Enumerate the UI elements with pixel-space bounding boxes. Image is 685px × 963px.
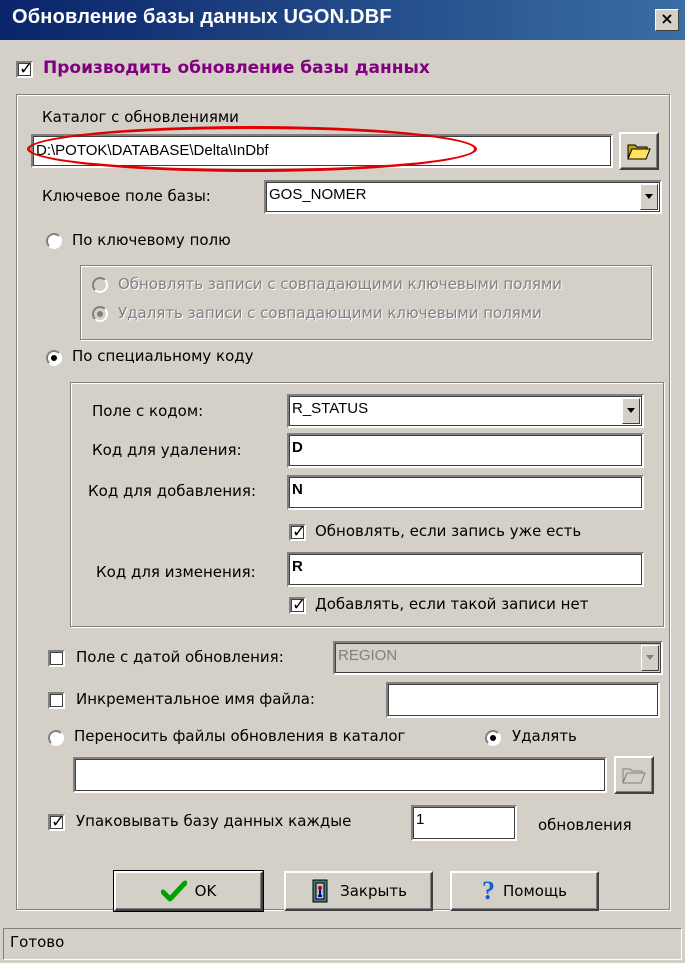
update-matching-label: Обновлять записи с совпадающими ключевым… bbox=[118, 275, 563, 293]
delete-code-input[interactable]: D bbox=[287, 433, 644, 468]
delete-matching-radio[interactable] bbox=[92, 306, 108, 322]
update-if-exists-checkbox[interactable]: ✓ bbox=[289, 522, 307, 542]
date-field-select[interactable]: REGION bbox=[333, 641, 663, 675]
date-field-value: REGION bbox=[338, 647, 398, 664]
title-bar[interactable]: Обновление базы данных UGON.DBF × bbox=[0, 0, 685, 40]
pack-interval-input[interactable]: 1 bbox=[411, 805, 517, 841]
catalog-label: Каталог с обновлениями bbox=[42, 108, 239, 126]
code-field-label: Поле с кодом: bbox=[92, 402, 204, 420]
window-title: Обновление базы данных UGON.DBF bbox=[12, 6, 392, 28]
by-code-radio[interactable] bbox=[46, 350, 62, 366]
check-mark-icon: ✓ bbox=[292, 522, 307, 542]
status-bar: Готово bbox=[3, 928, 682, 960]
pack-database-checkbox[interactable]: ✓ bbox=[48, 812, 66, 832]
key-field-value: GOS_NOMER bbox=[269, 186, 367, 203]
code-field-select[interactable]: R_STATUS bbox=[287, 394, 644, 428]
add-if-missing-checkbox[interactable]: ✓ bbox=[289, 595, 307, 615]
move-files-label: Переносить файлы обновления в каталог bbox=[74, 727, 406, 745]
question-mark-icon: ? bbox=[482, 876, 496, 905]
help-button[interactable]: ? Помощь bbox=[450, 871, 599, 911]
browse-catalog-button[interactable] bbox=[619, 132, 659, 170]
add-if-missing-label: Добавлять, если такой записи нет bbox=[315, 595, 589, 613]
delete-files-label: Удалять bbox=[512, 727, 577, 745]
move-files-radio[interactable] bbox=[48, 730, 64, 746]
close-button[interactable]: Закрыть bbox=[284, 871, 433, 911]
pack-database-label: Упаковывать базу данных каждые bbox=[76, 812, 352, 830]
by-key-label: По ключевому полю bbox=[72, 231, 231, 249]
chevron-down-icon[interactable] bbox=[622, 398, 640, 424]
close-button-label: Закрыть bbox=[340, 882, 407, 900]
delete-code-label: Код для удаления: bbox=[92, 441, 242, 459]
ok-button[interactable]: OK bbox=[113, 870, 264, 912]
change-code-input[interactable]: R bbox=[287, 552, 644, 587]
incremental-name-input[interactable] bbox=[386, 682, 660, 718]
by-key-radio[interactable] bbox=[46, 233, 62, 249]
date-field-checkbox[interactable] bbox=[48, 650, 65, 667]
delete-files-radio[interactable] bbox=[485, 730, 501, 746]
check-icon bbox=[160, 880, 187, 902]
help-button-label: Помощь bbox=[503, 882, 567, 900]
check-mark-icon: ✓ bbox=[292, 595, 307, 615]
add-code-label: Код для добавления: bbox=[88, 482, 256, 500]
change-code-label: Код для изменения: bbox=[96, 563, 256, 581]
browse-move-target-button[interactable] bbox=[614, 756, 654, 794]
key-field-select[interactable]: GOS_NOMER bbox=[264, 180, 662, 214]
update-enabled-label: Производить обновление базы данных bbox=[43, 58, 430, 78]
key-field-label: Ключевое поле базы: bbox=[42, 187, 211, 205]
folder-open-icon bbox=[622, 768, 646, 784]
move-target-input[interactable] bbox=[73, 757, 607, 793]
ok-button-label: OK bbox=[194, 882, 217, 900]
chevron-down-icon[interactable] bbox=[641, 645, 659, 671]
incremental-name-label: Инкрементальное имя файла: bbox=[76, 690, 315, 708]
add-code-input[interactable]: N bbox=[287, 475, 644, 510]
radio-dot-icon bbox=[490, 735, 496, 741]
check-mark-icon: ✓ bbox=[19, 59, 34, 79]
close-window-button[interactable]: × bbox=[655, 9, 679, 31]
exit-door-icon bbox=[312, 879, 328, 903]
chevron-down-icon[interactable] bbox=[640, 184, 658, 210]
check-mark-icon: ✓ bbox=[51, 812, 66, 832]
code-field-value: R_STATUS bbox=[292, 400, 369, 417]
status-text: Готово bbox=[10, 933, 65, 951]
update-if-exists-label: Обновлять, если запись уже есть bbox=[315, 522, 582, 540]
highlight-ellipse bbox=[27, 126, 477, 172]
update-matching-radio[interactable] bbox=[92, 277, 108, 293]
radio-dot-icon bbox=[97, 311, 103, 317]
incremental-name-checkbox[interactable] bbox=[48, 692, 65, 709]
radio-dot-icon bbox=[51, 355, 57, 361]
folder-open-icon bbox=[627, 144, 651, 160]
delete-matching-label: Удалять записи с совпадающими ключевыми … bbox=[118, 304, 542, 322]
by-code-label: По специальному коду bbox=[72, 347, 254, 365]
pack-suffix-label: обновления bbox=[538, 816, 632, 834]
update-enabled-checkbox[interactable]: ✓ bbox=[16, 59, 34, 79]
date-field-label: Поле с датой обновления: bbox=[76, 648, 284, 666]
